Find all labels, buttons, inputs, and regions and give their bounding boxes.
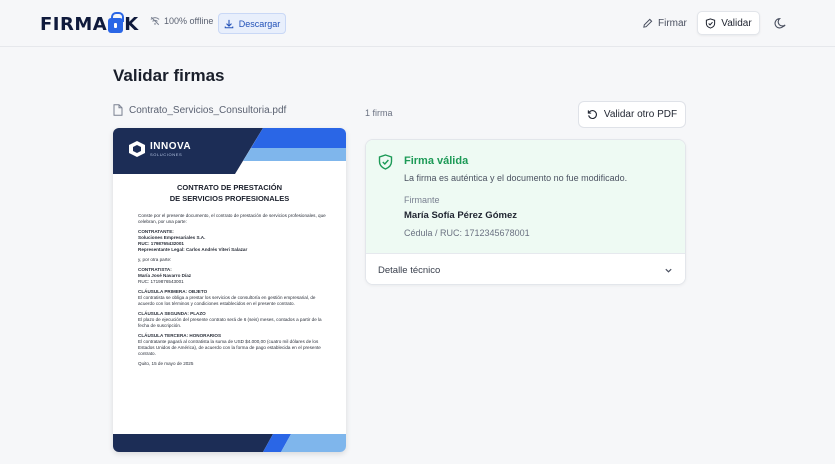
nav-sign-label: Firmar	[658, 17, 687, 29]
theme-toggle[interactable]	[772, 15, 788, 31]
doc-brand-name: INNOVA	[150, 140, 192, 152]
nav-sign[interactable]: Firmar	[636, 11, 693, 35]
technical-detail-label: Detalle técnico	[378, 265, 441, 276]
signature-status-desc: La firma es auténtica y el documento no …	[404, 173, 628, 183]
page-title: Validar firmas	[113, 66, 225, 85]
signature-card: Firma válida La firma es auténtica y el …	[365, 139, 686, 285]
doc-date: Quito, 15 de mayo de 2025	[138, 361, 194, 366]
doc-clause3: CLÁUSULA TERCERA: HONORARIOS El contrata…	[138, 333, 326, 357]
app-logo[interactable]: FIRMA K	[40, 11, 139, 35]
signature-count: 1 firma	[365, 108, 393, 118]
doc-title-line1: CONTRATO DE PRESTACIÓN	[176, 183, 282, 192]
technical-detail-toggle[interactable]: Detalle técnico	[366, 253, 685, 284]
doc-clause3-text: El contratante pagará al contratista la …	[138, 339, 321, 356]
signer-name: María Sofía Pérez Gómez	[404, 210, 517, 221]
signer-label: Firmante	[404, 195, 440, 205]
download-icon	[224, 19, 234, 28]
doc-contratista: CONTRATISTA: María José Navarro Díaz RUC…	[138, 267, 326, 285]
nav-validate-label: Validar	[721, 17, 752, 29]
brand-hexagon-icon	[129, 141, 145, 157]
signature-status-panel: Firma válida La firma es auténtica y el …	[366, 140, 685, 253]
doc-clause2-text: El plazo de ejecución del presente contr…	[138, 317, 322, 328]
doc-footer-banner	[113, 434, 346, 452]
logo-text-left: FIRMA	[40, 13, 108, 35]
shield-check-icon	[706, 17, 716, 29]
offline-indicator: 100% offline	[150, 16, 213, 26]
file-icon	[113, 104, 123, 116]
logo-text-right: K	[124, 13, 139, 35]
doc-contratante: CONTRATANTE: Soluciones Empresariales S.…	[138, 229, 326, 253]
doc-title: CONTRATO DE PRESTACIÓN DE SERVICIOS PROF…	[113, 182, 346, 204]
shield-check-icon	[378, 154, 393, 170]
no-wifi-icon	[150, 16, 160, 26]
doc-clause1-text: El contratista se obliga a prestar los s…	[138, 295, 316, 306]
doc-brand: INNOVA SOLUCIONES	[129, 141, 191, 157]
moon-icon	[774, 17, 786, 29]
doc-title-line2: DE SERVICIOS PROFESIONALES	[169, 194, 290, 203]
file-name-text: Contrato_Servicios_Consultoria.pdf	[129, 104, 287, 116]
refresh-icon	[587, 110, 597, 119]
validate-other-label: Validar otro PDF	[603, 109, 678, 120]
pen-icon	[643, 18, 653, 28]
download-button[interactable]: Descargar	[218, 13, 286, 34]
lock-icon	[108, 11, 125, 33]
doc-contratista-ruc: RUC: 1719876543001	[138, 279, 184, 284]
doc-brand-sub: SOLUCIONES	[150, 151, 183, 157]
doc-clause1: CLÁUSULA PRIMERA: OBJETO El contratista …	[138, 289, 326, 307]
offline-text: 100% offline	[164, 16, 214, 26]
top-bar: FIRMA K 100% offline Descargar Firmar Va…	[0, 0, 835, 47]
chevron-down-icon	[665, 268, 672, 273]
signer-id: Cédula / RUC: 1712345678001	[404, 228, 530, 238]
doc-clause2: CLÁUSULA SEGUNDA: PLAZO El plazo de ejec…	[138, 311, 326, 329]
pdf-preview[interactable]: INNOVA SOLUCIONES CONTRATO DE PRESTACIÓN…	[113, 128, 346, 452]
doc-contratante-rep: Representante Legal: Carlos Andrés Viter…	[138, 247, 248, 252]
download-label: Descargar	[238, 18, 281, 29]
signature-status-title: Firma válida	[404, 155, 469, 167]
file-name: Contrato_Servicios_Consultoria.pdf	[113, 104, 286, 116]
validate-other-pdf-button[interactable]: Validar otro PDF	[578, 101, 686, 128]
doc-body: Conste por el presente documento, el con…	[138, 213, 326, 371]
nav-validate[interactable]: Validar	[697, 11, 760, 35]
doc-other-party: y, por otra parte:	[138, 257, 172, 262]
doc-intro: Conste por el presente documento, el con…	[138, 213, 326, 224]
